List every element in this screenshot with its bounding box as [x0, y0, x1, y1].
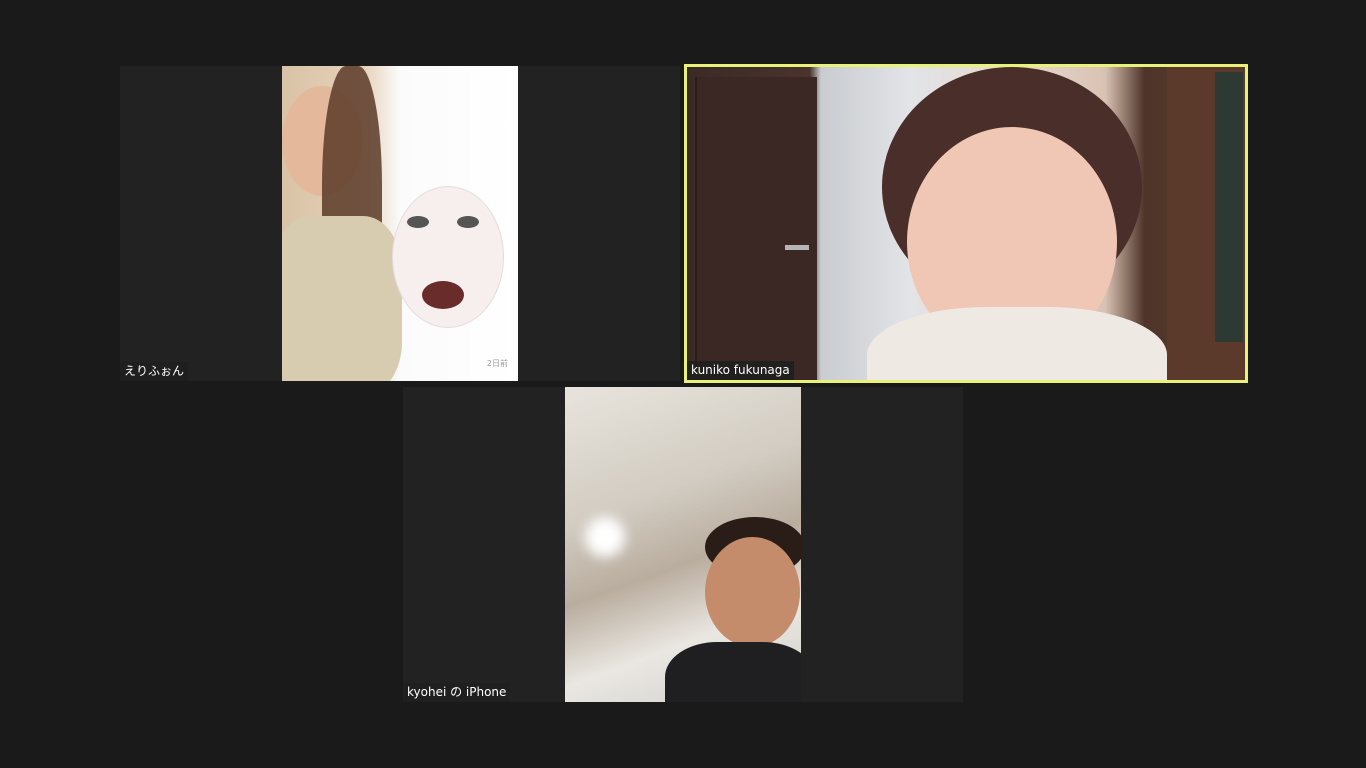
door-shape: [695, 77, 817, 380]
door-handle-shape: [785, 245, 809, 250]
participant-tile-active-speaker[interactable]: kuniko fukunaga: [684, 64, 1248, 383]
participant-video: [687, 67, 1245, 380]
person-body-shape: [867, 307, 1167, 380]
participant-name-label: kuniko fukunaga: [687, 361, 794, 380]
drawn-mouth-shape: [422, 281, 464, 309]
person-body-shape: [665, 642, 801, 702]
drawn-eye-shape: [457, 216, 479, 228]
participant-name-label: kyohei の iPhone: [403, 683, 511, 702]
gallery-view: 2日前 えりふぉん kuniko fukunaga kyohei の iPhon…: [0, 0, 1366, 768]
video-overlay-text: 2日前: [486, 359, 508, 368]
ceiling-light-shape: [585, 517, 625, 557]
participant-video: [565, 387, 801, 702]
person-face-shape: [705, 537, 800, 647]
participant-tile[interactable]: kyohei の iPhone: [403, 387, 963, 702]
participant-name-label: えりふぉん: [120, 362, 189, 381]
participant-tile[interactable]: 2日前 えりふぉん: [120, 66, 680, 381]
person-body-shape: [282, 216, 402, 381]
drawn-eye-shape: [407, 216, 429, 228]
bookshelf-glass-shape: [1215, 72, 1243, 342]
participant-video: 2日前: [282, 66, 518, 381]
